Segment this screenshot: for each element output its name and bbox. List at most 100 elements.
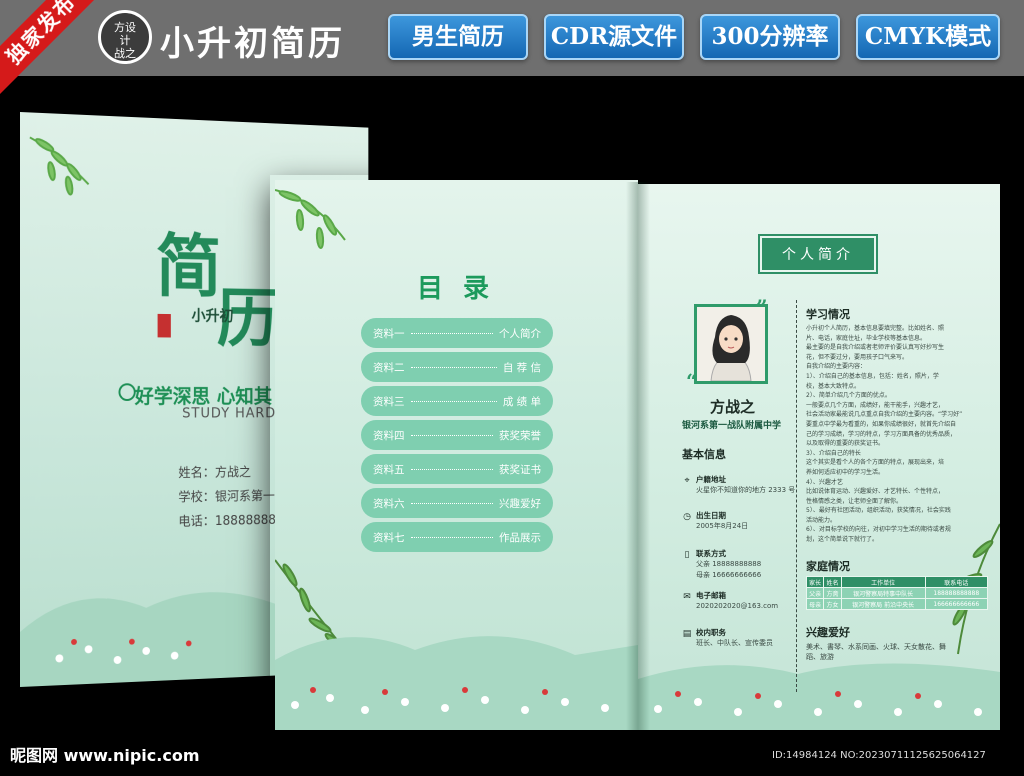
toc-item-number: 资料三 xyxy=(373,394,405,409)
study-line: 3）、介绍自己的特长 xyxy=(806,449,996,459)
toc-item[interactable]: 资料三 成 绩 单 xyxy=(361,386,553,416)
study-line: 自我介绍的主要内容： xyxy=(806,362,996,372)
logo-line: 计 xyxy=(101,34,149,47)
table-header: 联系电话 xyxy=(925,577,987,588)
study-line: 划，这个简单说下就行了。 xyxy=(806,535,996,545)
profile-banner: 个人简介 xyxy=(760,236,876,272)
tag-file-type[interactable]: CDR源文件 xyxy=(544,14,684,60)
table-cell: 方女 xyxy=(824,599,841,610)
study-line: 社会活动家最能说几点重点自我介绍的主要内容。“学习好” xyxy=(806,410,996,420)
field-label: 出生日期 xyxy=(696,510,726,521)
toc-leader-dots xyxy=(411,537,494,538)
study-text: 小升初个人简历，基本信息要填完整。比如姓名、照 片、电话，家庭住址，毕业学校等基本… xyxy=(806,324,996,545)
table-header-row: 家长 姓名 工作单位 联系电话 xyxy=(807,577,988,588)
logo-line: 方设 xyxy=(101,21,149,34)
table-header: 姓名 xyxy=(824,577,841,588)
toc-leader-dots xyxy=(411,503,494,504)
column-divider xyxy=(796,300,797,692)
study-heading: 学习情况 xyxy=(806,306,850,322)
hobby-heading: 兴趣爱好 xyxy=(806,624,850,640)
study-line: 6）、对目标学校的向往，对初中学习生活的期待或者规 xyxy=(806,525,996,535)
toc-item-label: 获奖荣誉 xyxy=(499,428,541,443)
toc-item-number: 资料一 xyxy=(373,326,405,341)
tag-resolution[interactable]: 300分辨率 xyxy=(700,14,840,60)
field-label: 联系方式 xyxy=(696,548,726,559)
page: 方设 计 战之 小升初简历 男生简历 CDR源文件 300分辨率 CMYK模式 … xyxy=(0,0,1024,776)
table-cell: 父亲 xyxy=(807,588,824,599)
cover-info-value: 18888888 xyxy=(215,513,276,529)
study-line: 一般要点几个方面，成绩好，能干能手，兴趣才艺， xyxy=(806,401,996,411)
cover-info-name: 姓名：方战之 xyxy=(178,462,251,481)
study-line: 己的学习成绩，学习的特点，学习方面具备的优秀品质， xyxy=(806,430,996,440)
table-row: 母亲 方女 银河警察局 前沿中央长 166666666666 xyxy=(807,599,988,610)
toc-item[interactable]: 资料一 个人简介 xyxy=(361,318,553,348)
toc-leader-dots xyxy=(411,435,494,436)
table-cell: 方斋 xyxy=(824,588,841,599)
study-line: 4）、兴趣才艺 xyxy=(806,478,996,488)
toc-item[interactable]: 资料七 作品展示 xyxy=(361,522,553,552)
cover-info-phone: 电话：18888888 xyxy=(178,509,276,529)
profile-page: “ ” 个人简介 方战之 银河系第一战队附属中学 基本信息 ⌖ 户籍地址 火星你… xyxy=(638,184,1000,730)
table-header: 工作单位 xyxy=(841,577,925,588)
toc-item[interactable]: 资料四 获奖荣誉 xyxy=(361,420,553,450)
study-line: 5）、最好有社团活动，组织活动，获奖情况，社会实践 xyxy=(806,506,996,516)
tag-color-mode[interactable]: CMYK模式 xyxy=(856,14,1000,60)
cover-info-value: 方战之 xyxy=(215,466,251,481)
briefcase-icon: ▤ xyxy=(682,629,692,639)
table-cell: 银河警察局特事中队长 xyxy=(841,588,925,599)
toc-item-label: 获奖证书 xyxy=(499,462,541,477)
study-line: 小升初个人简历，基本信息要填完整。比如姓名、照 xyxy=(806,324,996,334)
toc-item-number: 资料五 xyxy=(373,462,405,477)
study-line: 校，基本大致特点。 xyxy=(806,382,996,392)
cover-small-title: 小升初 xyxy=(192,305,234,326)
study-line: 花，但不要过分，要用孩子口气来写。 xyxy=(806,353,996,363)
watermark-id: ID:14984124 NO:20230711125625064127 xyxy=(772,750,986,761)
toc-item-label: 作品展示 xyxy=(499,530,541,545)
watermark-site: 昵图网 www.nipic.com xyxy=(10,742,200,766)
brand-title: 小升初简历 xyxy=(160,16,345,65)
toc-title: 目录 xyxy=(417,268,509,305)
toc-item[interactable]: 资料五 获奖证书 xyxy=(361,454,553,484)
phone-icon: ▯ xyxy=(682,550,692,560)
study-line: 比如说体育运动、兴趣爱好、才艺特长、个性特点， xyxy=(806,487,996,497)
toc-item-number: 资料四 xyxy=(373,428,405,443)
field-value: 火星你不知道你的地方 2333 号 xyxy=(696,485,795,495)
study-line: 1）、介绍自己的基本信息，包括：姓名，照片，学 xyxy=(806,372,996,382)
cover-info-label: 姓名： xyxy=(178,466,215,481)
study-line: 最主要的是自我介绍或者老师评价要认真写好抄写生 xyxy=(806,343,996,353)
mail-icon: ✉ xyxy=(682,592,692,602)
cover-info-label: 电话： xyxy=(178,514,215,529)
table-row: 父亲 方斋 银河警察局特事中队长 188888888888 xyxy=(807,588,988,599)
study-line: 片、电话，家庭住址，毕业学校等基本信息。 xyxy=(806,334,996,344)
book-gutter xyxy=(626,182,650,730)
table-cell: 母亲 xyxy=(807,599,824,610)
family-heading: 家庭情况 xyxy=(806,558,850,574)
family-table: 家长 姓名 工作单位 联系电话 父亲 方斋 银河警察局特事中队长 1888888… xyxy=(806,576,988,610)
field-value: 2020202020@163.com xyxy=(696,601,778,611)
table-cell: 银河警察局 前沿中央长 xyxy=(841,599,925,610)
toc-item-label: 个人简介 xyxy=(499,326,541,341)
study-line: 要重点中学最为看重的，如果你成绩很好，就首先介绍自 xyxy=(806,420,996,430)
logo-line: 战之 xyxy=(101,47,149,60)
toc-leader-dots xyxy=(411,401,497,402)
student-name: 方战之 xyxy=(710,396,755,417)
table-cell: 166666666666 xyxy=(925,599,987,610)
toc-item-number: 资料六 xyxy=(373,496,405,511)
avatar xyxy=(697,307,765,381)
toc-item[interactable]: 资料二 自 荐 信 xyxy=(361,352,553,382)
toc-item[interactable]: 资料六 兴趣爱好 xyxy=(361,488,553,518)
study-line: 2）、简单介绍几个方面的优点。 xyxy=(806,391,996,401)
toc-item-number: 资料二 xyxy=(373,360,405,375)
clock-icon: ◷ xyxy=(682,512,692,522)
brand-logo: 方设 计 战之 xyxy=(98,10,152,64)
study-line: 性格情感之类，让老师全面了解你。 xyxy=(806,497,996,507)
table-header: 家长 xyxy=(807,577,824,588)
field-value: 父亲 18888888888 xyxy=(696,559,761,569)
tag-gender[interactable]: 男生简历 xyxy=(388,14,528,60)
cover-big-char-1: 简 xyxy=(156,211,222,311)
toc-item-label: 成 绩 单 xyxy=(503,394,541,409)
toc-leader-dots xyxy=(411,333,494,334)
study-line: 以及取得的重要的获奖证书。 xyxy=(806,439,996,449)
field-label: 电子邮箱 xyxy=(696,590,726,601)
field-value: 2005年8月24日 xyxy=(696,521,748,531)
